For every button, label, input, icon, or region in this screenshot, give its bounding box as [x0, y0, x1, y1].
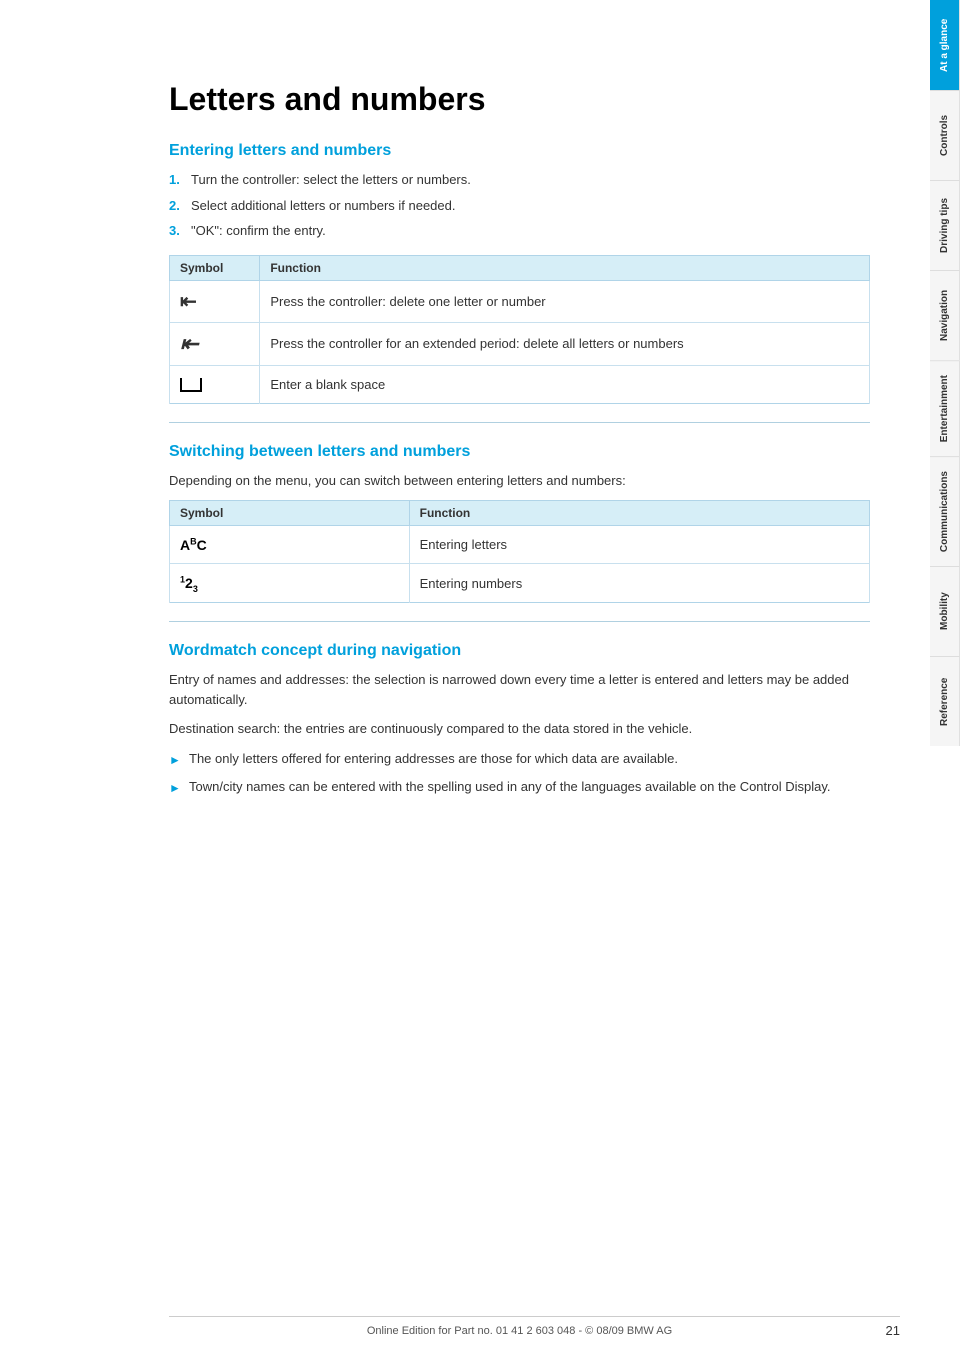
section3-para2: Destination search: the entries are cont…: [169, 719, 870, 739]
table2-row2-function: Entering numbers: [409, 564, 869, 603]
list-item: ► The only letters offered for entering …: [169, 749, 870, 769]
symbol-abc: ABC: [170, 526, 410, 564]
sidebar-tab-reference[interactable]: Reference: [930, 656, 960, 746]
bullet-1-text: The only letters offered for entering ad…: [189, 749, 678, 769]
table1-row2-function: Press the controller for an extended per…: [260, 322, 870, 365]
bullet-2-text: Town/city names can be entered with the …: [189, 777, 830, 797]
sidebar-tab-communications[interactable]: Communications: [930, 456, 960, 566]
step-2: 2. Select additional letters or numbers …: [169, 196, 870, 216]
sidebar-tab-mobility[interactable]: Mobility: [930, 566, 960, 656]
divider-2: [169, 621, 870, 622]
sidebar-tab-at-a-glance[interactable]: At a glance: [930, 0, 960, 90]
table2-col2-header: Function: [409, 501, 869, 526]
arrow-icon-2: ►: [169, 779, 181, 797]
sidebar-tab-controls[interactable]: Controls: [930, 90, 960, 180]
step-3: 3. "OK": confirm the entry.: [169, 221, 870, 241]
symbol-backspace-small: ⇤: [170, 280, 260, 322]
sidebar-tab-driving-tips[interactable]: Driving tips: [930, 180, 960, 270]
bullet-list: ► The only letters offered for entering …: [169, 749, 870, 797]
table2-col1-header: Symbol: [170, 501, 410, 526]
footer-text: Online Edition for Part no. 01 41 2 603 …: [169, 1325, 870, 1337]
sidebar-tab-navigation[interactable]: Navigation: [930, 270, 960, 360]
section3-heading: Wordmatch concept during navigation: [169, 642, 870, 660]
arrow-icon-1: ►: [169, 751, 181, 769]
table-row: 123 Entering numbers: [170, 564, 870, 603]
table1-col2-header: Function: [260, 255, 870, 280]
divider-1: [169, 422, 870, 423]
page-number: 21: [870, 1323, 900, 1338]
sidebar: At a glance Controls Driving tips Naviga…: [930, 0, 960, 1358]
table1-row1-function: Press the controller: delete one letter …: [260, 280, 870, 322]
section1-heading: Entering letters and numbers: [169, 142, 870, 160]
section3-para1: Entry of names and addresses: the select…: [169, 670, 870, 709]
page-footer: Online Edition for Part no. 01 41 2 603 …: [169, 1316, 900, 1338]
table-row: Enter a blank space: [170, 365, 870, 403]
table-1: Symbol Function ⇤ Press the controller: …: [169, 255, 870, 404]
page-title: Letters and numbers: [169, 80, 870, 118]
section2-heading: Switching between letters and numbers: [169, 443, 870, 461]
steps-list: 1. Turn the controller: select the lette…: [169, 170, 870, 241]
table-row: ⇤ Press the controller: delete one lette…: [170, 280, 870, 322]
table2-row1-function: Entering letters: [409, 526, 869, 564]
step-1: 1. Turn the controller: select the lette…: [169, 170, 870, 190]
symbol-123: 123: [170, 564, 410, 603]
table-row: ABC Entering letters: [170, 526, 870, 564]
symbol-space: [170, 365, 260, 403]
table-row: ⇤ Press the controller for an extended p…: [170, 322, 870, 365]
table1-row3-function: Enter a blank space: [260, 365, 870, 403]
sidebar-tab-entertainment[interactable]: Entertainment: [930, 360, 960, 456]
symbol-backspace-large: ⇤: [170, 322, 260, 365]
section2-intro: Depending on the menu, you can switch be…: [169, 471, 870, 491]
table-2: Symbol Function ABC Entering letters 123…: [169, 500, 870, 603]
table1-col1-header: Symbol: [170, 255, 260, 280]
list-item: ► Town/city names can be entered with th…: [169, 777, 870, 797]
